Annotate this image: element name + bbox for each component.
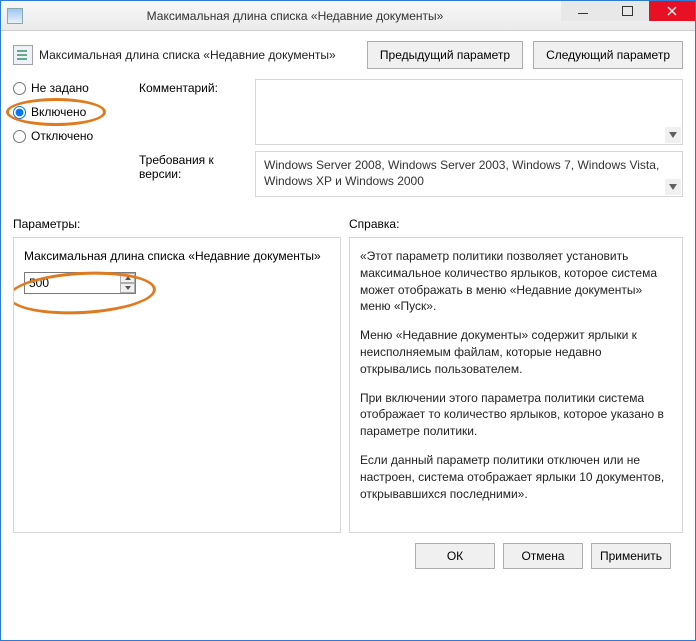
params-label: Параметры: bbox=[13, 217, 349, 231]
policy-title: Максимальная длина списка «Недавние доку… bbox=[39, 48, 367, 62]
next-setting-button[interactable]: Следующий параметр bbox=[533, 41, 683, 69]
close-button[interactable] bbox=[649, 1, 695, 21]
app-icon bbox=[7, 8, 23, 24]
comment-label: Комментарий: bbox=[139, 79, 249, 95]
help-label: Справка: bbox=[349, 217, 683, 231]
comment-textarea[interactable] bbox=[255, 79, 683, 145]
window-controls bbox=[561, 1, 695, 30]
help-paragraph: При включении этого параметра политики с… bbox=[360, 390, 672, 440]
minimize-button[interactable] bbox=[561, 1, 605, 21]
radio-disabled[interactable]: Отключено bbox=[13, 129, 133, 143]
apply-button[interactable]: Применить bbox=[591, 543, 671, 569]
help-paragraph: «Этот параметр политики позволяет устано… bbox=[360, 248, 672, 315]
spinner-down-button[interactable] bbox=[120, 283, 135, 293]
ok-button[interactable]: ОК bbox=[415, 543, 495, 569]
policy-icon bbox=[13, 45, 33, 65]
radio-enabled-label: Включено bbox=[31, 105, 86, 119]
param-field-label: Максимальная длина списка «Недавние доку… bbox=[24, 248, 330, 264]
maximize-button[interactable] bbox=[605, 1, 649, 21]
radio-not-configured[interactable]: Не задано bbox=[13, 81, 133, 95]
help-panel: «Этот параметр политики позволяет устано… bbox=[349, 237, 683, 533]
titlebar: Максимальная длина списка «Недавние доку… bbox=[1, 1, 695, 31]
radio-disabled-label: Отключено bbox=[31, 129, 93, 143]
cancel-button[interactable]: Отмена bbox=[503, 543, 583, 569]
radio-not-configured-input[interactable] bbox=[13, 82, 26, 95]
requirements-box: Windows Server 2008, Windows Server 2003… bbox=[255, 151, 683, 197]
radio-enabled[interactable]: Включено bbox=[13, 105, 133, 119]
radio-disabled-input[interactable] bbox=[13, 130, 26, 143]
spinner-up-button[interactable] bbox=[120, 273, 135, 283]
requirements-label: Требования к версии: bbox=[139, 151, 249, 181]
help-paragraph: Если данный параметр политики отключен и… bbox=[360, 452, 672, 502]
previous-setting-button[interactable]: Предыдущий параметр bbox=[367, 41, 523, 69]
scroll-down-icon[interactable] bbox=[665, 179, 681, 195]
radio-enabled-input[interactable] bbox=[13, 106, 26, 119]
requirements-text: Windows Server 2008, Windows Server 2003… bbox=[264, 158, 659, 188]
scroll-down-icon[interactable] bbox=[665, 127, 681, 143]
params-panel: Максимальная длина списка «Недавние доку… bbox=[13, 237, 341, 533]
radio-not-configured-label: Не задано bbox=[31, 81, 89, 95]
help-paragraph: Меню «Недавние документы» содержит ярлык… bbox=[360, 327, 672, 377]
window-title: Максимальная длина списка «Недавние доку… bbox=[29, 9, 561, 23]
